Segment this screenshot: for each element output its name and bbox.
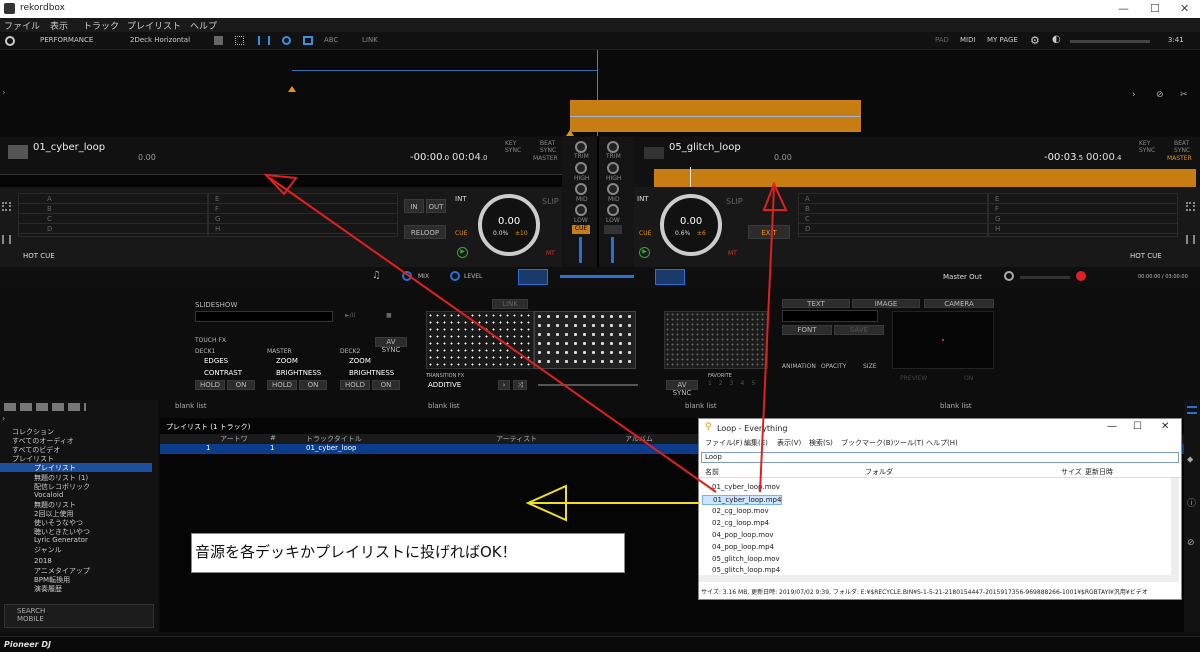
bottom-bar: Pioneer DJ <box>0 636 1200 652</box>
annotation-arrows <box>263 173 788 522</box>
red-arrow-to-deck1 <box>269 177 717 493</box>
red-arrowhead-deck2 <box>762 181 788 211</box>
red-arrow-to-deck2 <box>759 187 775 493</box>
pioneer-logo: Pioneer DJ <box>4 640 51 649</box>
